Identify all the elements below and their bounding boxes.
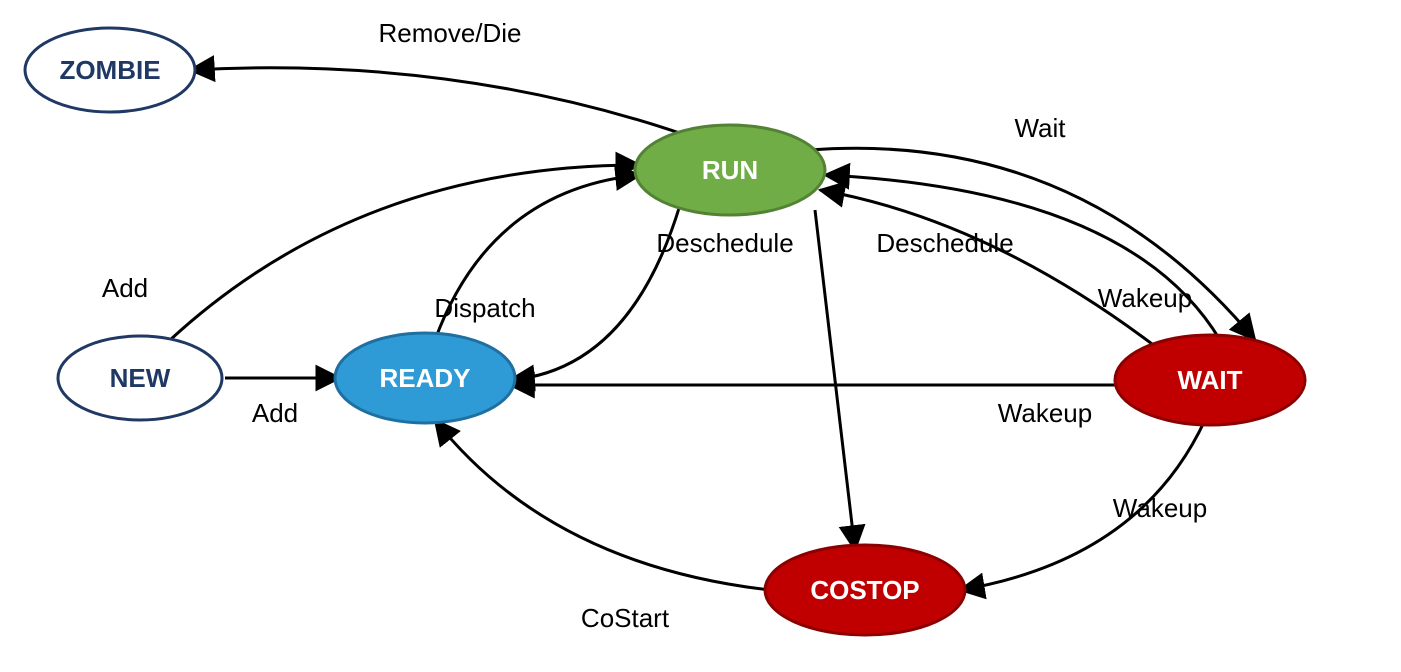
state-run: RUN xyxy=(635,125,825,215)
state-ready-label: READY xyxy=(379,363,470,393)
label-run-to-zombie: Remove/Die xyxy=(378,18,521,48)
state-run-label: RUN xyxy=(702,155,758,185)
state-zombie: ZOMBIE xyxy=(25,28,195,112)
state-new: NEW xyxy=(58,336,222,420)
state-new-label: NEW xyxy=(110,363,171,393)
edge-run-to-zombie xyxy=(190,68,700,140)
label-new-to-ready: Add xyxy=(252,398,298,428)
label-costop-to-ready: CoStart xyxy=(581,603,670,633)
label-run-to-wait: Wait xyxy=(1014,113,1066,143)
label-run-to-ready: Deschedule xyxy=(656,228,793,258)
label-wait-to-ready: Wakeup xyxy=(998,398,1092,428)
label-ready-to-run: Dispatch xyxy=(434,293,535,323)
state-ready: READY xyxy=(335,333,515,423)
state-wait: WAIT xyxy=(1115,335,1305,425)
label-wait-to-run-deschedule: Deschedule xyxy=(876,228,1013,258)
edge-costop-to-ready xyxy=(435,420,770,590)
edge-run-to-costop xyxy=(815,210,855,550)
label-wait-to-run-wakeup: Wakeup xyxy=(1098,283,1192,313)
state-costop: COSTOP xyxy=(765,545,965,635)
state-zombie-label: ZOMBIE xyxy=(59,55,160,85)
label-new-to-run: Add xyxy=(102,273,148,303)
state-diagram: Remove/Die Add Add Dispatch Deschedule W… xyxy=(0,0,1401,672)
state-costop-label: COSTOP xyxy=(810,575,919,605)
label-wait-to-costop: Wakeup xyxy=(1113,493,1207,523)
state-wait-label: WAIT xyxy=(1178,365,1243,395)
